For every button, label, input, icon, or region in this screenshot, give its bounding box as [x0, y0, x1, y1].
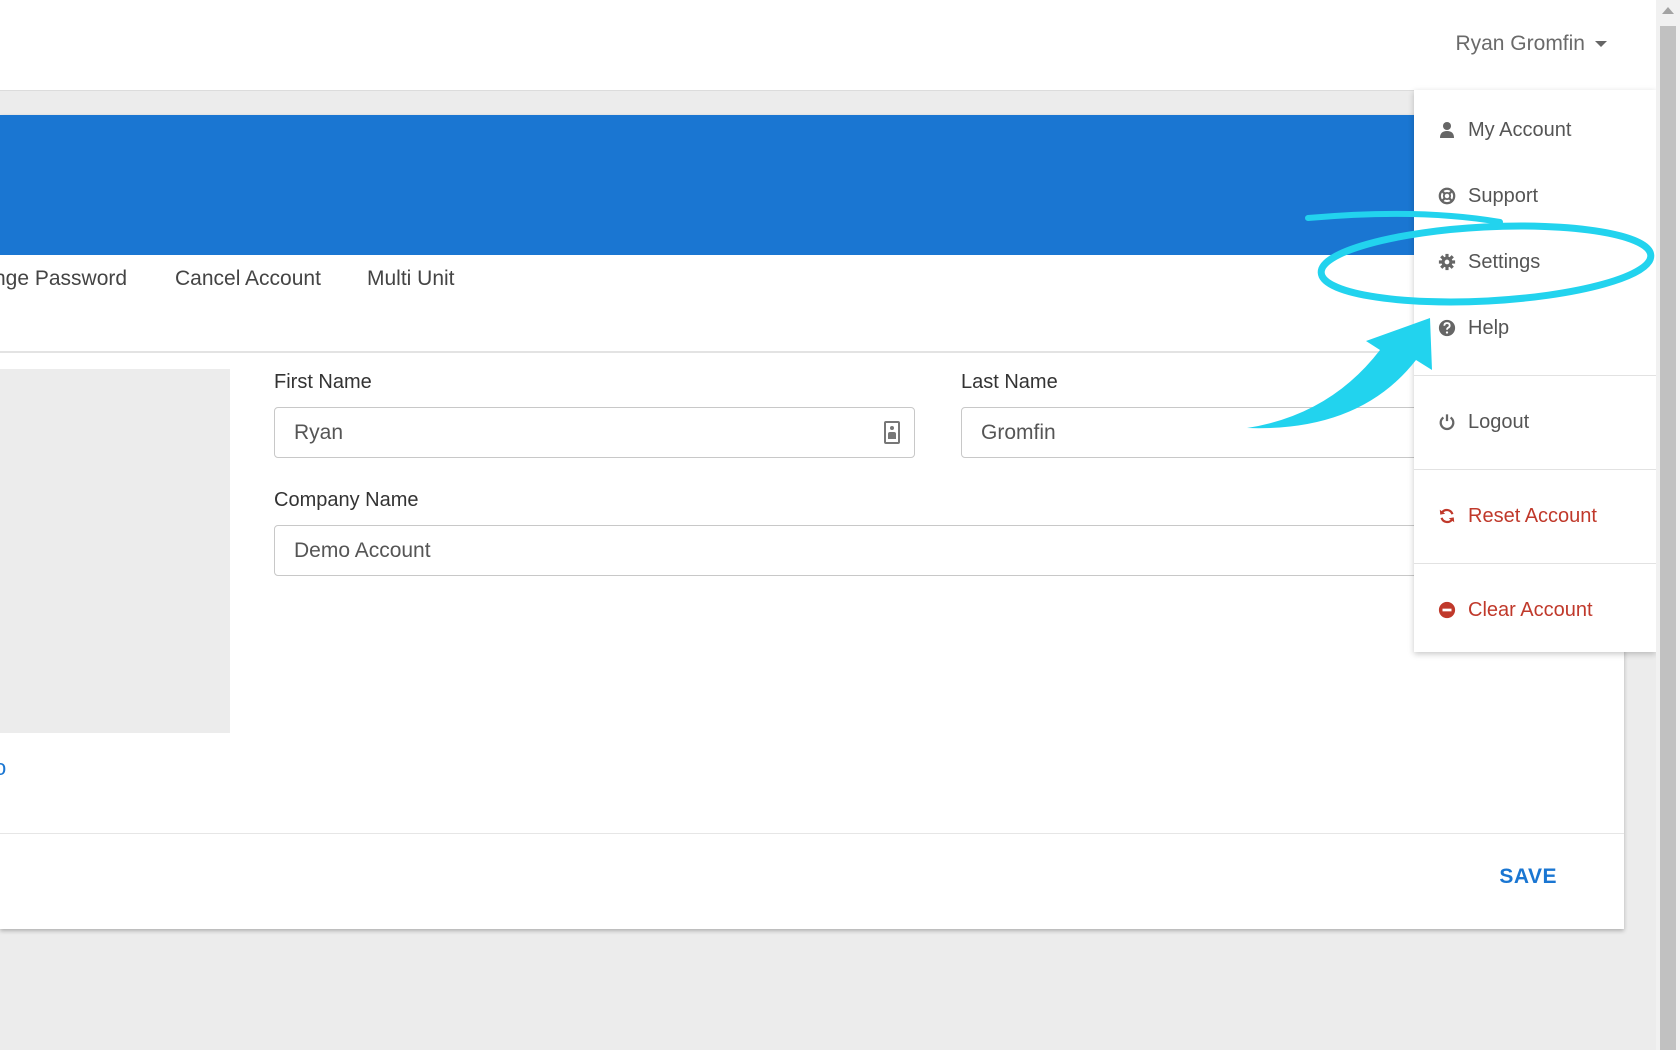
menu-item-label: Settings	[1468, 250, 1541, 273]
menu-divider	[1414, 469, 1656, 470]
menu-item-clear-account[interactable]: Clear Account	[1438, 595, 1593, 625]
power-icon	[1439, 414, 1455, 431]
first-name-field[interactable]: Ryan	[274, 407, 915, 458]
menu-item-label: Clear Account	[1468, 598, 1593, 621]
menu-item-label: Support	[1468, 184, 1539, 207]
first-name-value: Ryan	[294, 420, 344, 444]
menu-divider	[1414, 563, 1656, 564]
tab-multi-unit[interactable]: Multi Unit	[367, 267, 455, 291]
gear-icon	[1438, 253, 1456, 271]
save-button[interactable]: SAVE	[1499, 865, 1557, 889]
user-dropdown-menu: My Account Support Settings Help Logout …	[1414, 90, 1656, 652]
menu-item-reset-account[interactable]: Reset Account	[1438, 501, 1597, 531]
scroll-up-arrow-icon[interactable]	[1662, 7, 1674, 14]
refresh-icon	[1439, 508, 1455, 524]
last-name-value: Gromfin	[981, 420, 1056, 444]
user-menu-toggle[interactable]: Ryan Gromfin	[1455, 30, 1607, 58]
menu-item-help[interactable]: Help	[1438, 313, 1509, 343]
question-icon	[1438, 319, 1456, 337]
account-card: nge Password Cancel Account Multi Unit o…	[0, 115, 1624, 929]
menu-item-logout[interactable]: Logout	[1438, 407, 1529, 437]
page-scrollbar[interactable]	[1656, 0, 1680, 1050]
company-name-value: Demo Account	[294, 538, 431, 562]
menu-item-settings[interactable]: Settings	[1438, 247, 1540, 277]
lifebuoy-icon	[1438, 187, 1456, 205]
menu-divider	[1414, 375, 1656, 376]
first-name-label: First Name	[274, 371, 372, 393]
user-icon	[1440, 122, 1454, 138]
card-header-banner	[0, 115, 1624, 255]
footer-divider	[0, 833, 1624, 834]
menu-item-label: My Account	[1468, 118, 1572, 141]
menu-item-label: Logout	[1468, 410, 1530, 433]
scrollbar-thumb[interactable]	[1660, 26, 1676, 1050]
company-name-label: Company Name	[274, 489, 419, 511]
menu-item-label: Reset Account	[1468, 504, 1597, 527]
contact-card-icon[interactable]	[884, 421, 900, 444]
menu-item-support[interactable]: Support	[1438, 181, 1538, 211]
company-name-field[interactable]: Demo Account	[274, 525, 1561, 576]
tab-cancel-account[interactable]: Cancel Account	[175, 267, 321, 291]
user-name: Ryan Gromfin	[1455, 32, 1585, 55]
minus-circle-icon	[1438, 601, 1456, 619]
profile-photo	[0, 369, 230, 733]
tab-change-password[interactable]: nge Password	[0, 267, 127, 291]
top-bar: Ryan Gromfin	[0, 0, 1656, 91]
last-name-label: Last Name	[961, 371, 1058, 393]
menu-item-label: Help	[1468, 316, 1510, 339]
caret-down-icon	[1595, 41, 1607, 47]
menu-item-my-account[interactable]: My Account	[1438, 115, 1571, 145]
photo-link[interactable]: o	[0, 755, 6, 781]
